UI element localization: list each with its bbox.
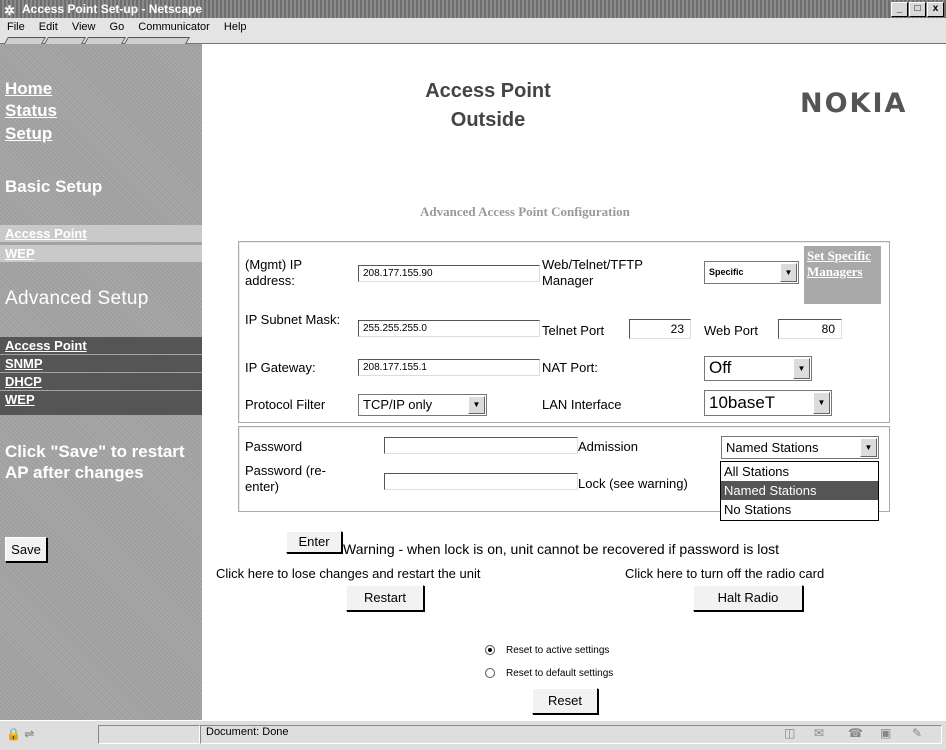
reset-default-radio[interactable] xyxy=(485,668,495,678)
save-button[interactable]: Save xyxy=(5,537,47,562)
window-title-bar: ✲ Access Point Set-up - Netscape _ □ x xyxy=(0,0,946,18)
admission-option[interactable]: All Stations xyxy=(721,462,878,481)
halt-radio-button[interactable]: Halt Radio xyxy=(693,585,803,611)
sidebar-advanced-access-point[interactable]: Access Point xyxy=(0,337,202,354)
advanced-setup-heading: Advanced Setup xyxy=(5,288,149,309)
reset-active-radio[interactable] xyxy=(485,645,495,655)
restart-button[interactable]: Restart xyxy=(346,585,424,611)
ip-address-field[interactable]: 208.177.155.90 xyxy=(358,265,540,282)
menu-file[interactable]: File xyxy=(7,21,25,33)
password-field[interactable] xyxy=(384,437,578,454)
status-bar: 🔒 ⇌ Document: Done ◫ ✉ ☎ ▣ ✎ xyxy=(0,720,946,750)
manager-select[interactable]: Specific ▼ xyxy=(704,261,799,284)
lock-label: Lock (see warning) xyxy=(578,476,688,491)
nokia-logo: NOKIA xyxy=(800,88,908,119)
minimize-button[interactable]: _ xyxy=(891,2,908,17)
sidebar-advanced-dhcp[interactable]: DHCP xyxy=(0,373,202,390)
page-title-line1: Access Point xyxy=(425,80,551,102)
web-port-label: Web Port xyxy=(704,323,758,338)
tray-icon: ▣ xyxy=(880,726,892,740)
tray-icon: ✎ xyxy=(912,726,923,740)
admission-dropdown-list: All Stations Named Stations No Stations xyxy=(720,461,879,521)
close-button[interactable]: x xyxy=(927,2,944,17)
password-reenter-field[interactable] xyxy=(384,473,578,490)
sidebar-link-status[interactable]: Status xyxy=(5,101,57,121)
sidebar-basic-access-point[interactable]: Access Point xyxy=(0,225,202,242)
manager-label: Web/Telnet/TFTP Manager xyxy=(542,257,643,288)
web-port-field[interactable]: 80 xyxy=(778,319,842,339)
admission-label: Admission xyxy=(578,439,638,454)
subnet-mask-field[interactable]: 255.255.255.0 xyxy=(358,320,540,337)
ip-address-label: (Mgmt) IP address: xyxy=(245,257,302,288)
protocol-filter-select[interactable]: TCP/IP only ▼ xyxy=(358,394,487,416)
password-label: Password xyxy=(245,439,303,454)
restart-hint: Click here to lose changes and restart t… xyxy=(216,566,481,581)
telnet-port-label: Telnet Port xyxy=(542,323,605,338)
sidebar-link-setup[interactable]: Setup xyxy=(5,124,52,144)
nat-port-label: NAT Port: xyxy=(542,360,598,375)
admission-select[interactable]: Named Stations ▼ xyxy=(721,436,879,459)
menu-communicator[interactable]: Communicator xyxy=(138,21,210,33)
sidebar-advanced-wep[interactable]: WEP xyxy=(0,391,202,415)
halt-hint: Click here to turn off the radio card xyxy=(625,566,825,581)
sidebar-basic-wep[interactable]: WEP xyxy=(0,245,202,262)
page-title-line2: Outside xyxy=(450,109,526,131)
menu-bar: File Edit View Go Communicator Help xyxy=(0,18,946,37)
sidebar-link-home[interactable]: Home xyxy=(5,79,52,99)
admission-option[interactable]: Named Stations xyxy=(721,481,878,500)
menu-help[interactable]: Help xyxy=(224,21,247,33)
tray-icon: ☎ xyxy=(848,726,863,740)
reset-default-label: Reset to default settings xyxy=(506,668,614,679)
dropdown-arrow-icon: ▼ xyxy=(860,438,877,457)
lan-interface-select[interactable]: 10baseT ▼ xyxy=(704,390,832,416)
gateway-field[interactable]: 208.177.155.1 xyxy=(358,359,540,376)
menu-edit[interactable]: Edit xyxy=(39,21,58,33)
save-instruction: Click "Save" to restart AP after changes xyxy=(5,442,185,482)
toolbar-tab-strip[interactable] xyxy=(0,37,946,44)
lock-warning: Warning - when lock is on, unit cannot b… xyxy=(343,541,780,557)
lan-interface-label: LAN Interface xyxy=(542,397,622,412)
dropdown-arrow-icon: ▼ xyxy=(468,396,485,414)
telnet-port-field[interactable]: 23 xyxy=(629,319,691,339)
protocol-filter-label: Protocol Filter xyxy=(245,397,326,412)
enter-button[interactable]: Enter xyxy=(286,531,342,553)
security-lock-icon: 🔒 ⇌ xyxy=(6,727,35,741)
basic-setup-heading: Basic Setup xyxy=(5,177,103,196)
dropdown-arrow-icon: ▼ xyxy=(813,392,830,414)
tray-icon: ✉ xyxy=(814,726,825,740)
window-title: Access Point Set-up - Netscape xyxy=(22,2,203,16)
section-subtitle: Advanced Access Point Configuration xyxy=(420,204,630,219)
subnet-mask-label: IP Subnet Mask: xyxy=(245,312,341,327)
maximize-button[interactable]: □ xyxy=(909,2,926,17)
password-reenter-label: Password (re-enter) xyxy=(245,463,326,494)
status-text: Document: Done xyxy=(206,726,289,738)
menu-go[interactable]: Go xyxy=(110,21,125,33)
gateway-label: IP Gateway: xyxy=(245,360,316,375)
menu-view[interactable]: View xyxy=(72,21,96,33)
set-specific-managers-link[interactable]: Set Specific Managers xyxy=(804,246,881,304)
nat-port-select[interactable]: Off ▼ xyxy=(704,356,812,381)
dropdown-arrow-icon: ▼ xyxy=(793,358,810,379)
tray-icon: ◫ xyxy=(784,726,796,740)
dropdown-arrow-icon: ▼ xyxy=(780,263,797,282)
reset-active-label: Reset to active settings xyxy=(506,645,610,656)
admission-option[interactable]: No Stations xyxy=(721,500,878,519)
reset-button[interactable]: Reset xyxy=(532,688,598,714)
sidebar-advanced-snmp[interactable]: SNMP xyxy=(0,355,202,372)
